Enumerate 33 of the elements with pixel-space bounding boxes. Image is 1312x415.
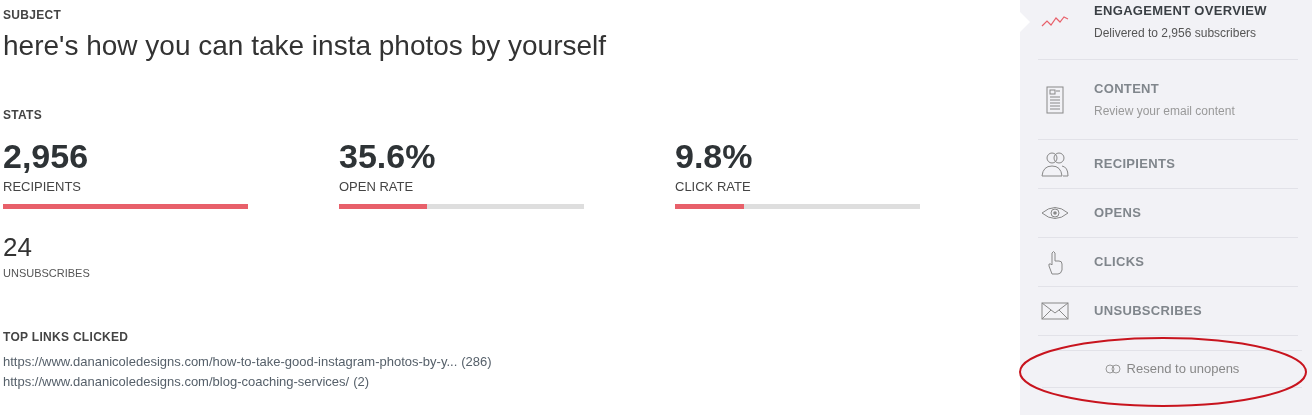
sidebar-item[interactable]: OPENS: [1038, 189, 1298, 238]
item-title: RECIPIENTS: [1094, 155, 1176, 174]
sidebar-item[interactable]: RECIPIENTS: [1038, 140, 1298, 189]
metric-label: RECIPIENTS: [3, 178, 82, 196]
item-title: CLICKS: [1094, 253, 1145, 272]
metric-value: 2,956: [3, 136, 90, 176]
section-label: TOP LINKS CLICKED: [3, 328, 130, 346]
chart-line-icon: [1040, 16, 1070, 27]
metric-value: 9.8%: [675, 136, 754, 176]
sidebar-item[interactable]: UNSUBSCRIBES: [1038, 287, 1298, 336]
section-label: SUBJECT: [3, 7, 63, 24]
subject-title: here's how you can take insta photos by yourself: [3, 29, 608, 63]
metric-label: OPEN RATE: [339, 178, 415, 196]
metric-label: UNSUBSCRIBES: [3, 266, 91, 281]
metric-label: CLICK RATE: [675, 178, 752, 196]
sidebar-item[interactable]: ENGAGEMENT OVERVIEW Delivered to 2,956 subscribers: [1038, 0, 1298, 60]
item-title: UNSUBSCRIBES: [1094, 302, 1202, 321]
item-title: OPENS: [1094, 204, 1142, 223]
people-icon: [1040, 150, 1070, 178]
item-subtitle: Delivered to 2,956 subscribers: [1094, 24, 1258, 42]
item-subtitle: Review your email content: [1094, 102, 1235, 120]
click-count: (286): [461, 352, 492, 371]
link-url[interactable]: https://www.dananicoledesigns.com/blog-coaching-services/: [3, 371, 350, 392]
click-count: (2): [353, 372, 369, 391]
link-icon: [1104, 364, 1121, 374]
section-label: STATS: [3, 107, 44, 124]
sidebar-item[interactable]: CLICKS: [1038, 238, 1298, 287]
item-title: ENGAGEMENT OVERVIEW: [1094, 2, 1267, 21]
unsubscribe-count: 24: [3, 231, 33, 263]
item-title: CONTENT: [1094, 80, 1161, 99]
sidebar-item[interactable]: CONTENT Review your email content: [1038, 60, 1298, 140]
metric-value: 35.6%: [339, 136, 437, 176]
link-url[interactable]: https://www.dananicoledesigns.com/how-to-take-good-instagram-photos-by-y...: [3, 351, 458, 372]
